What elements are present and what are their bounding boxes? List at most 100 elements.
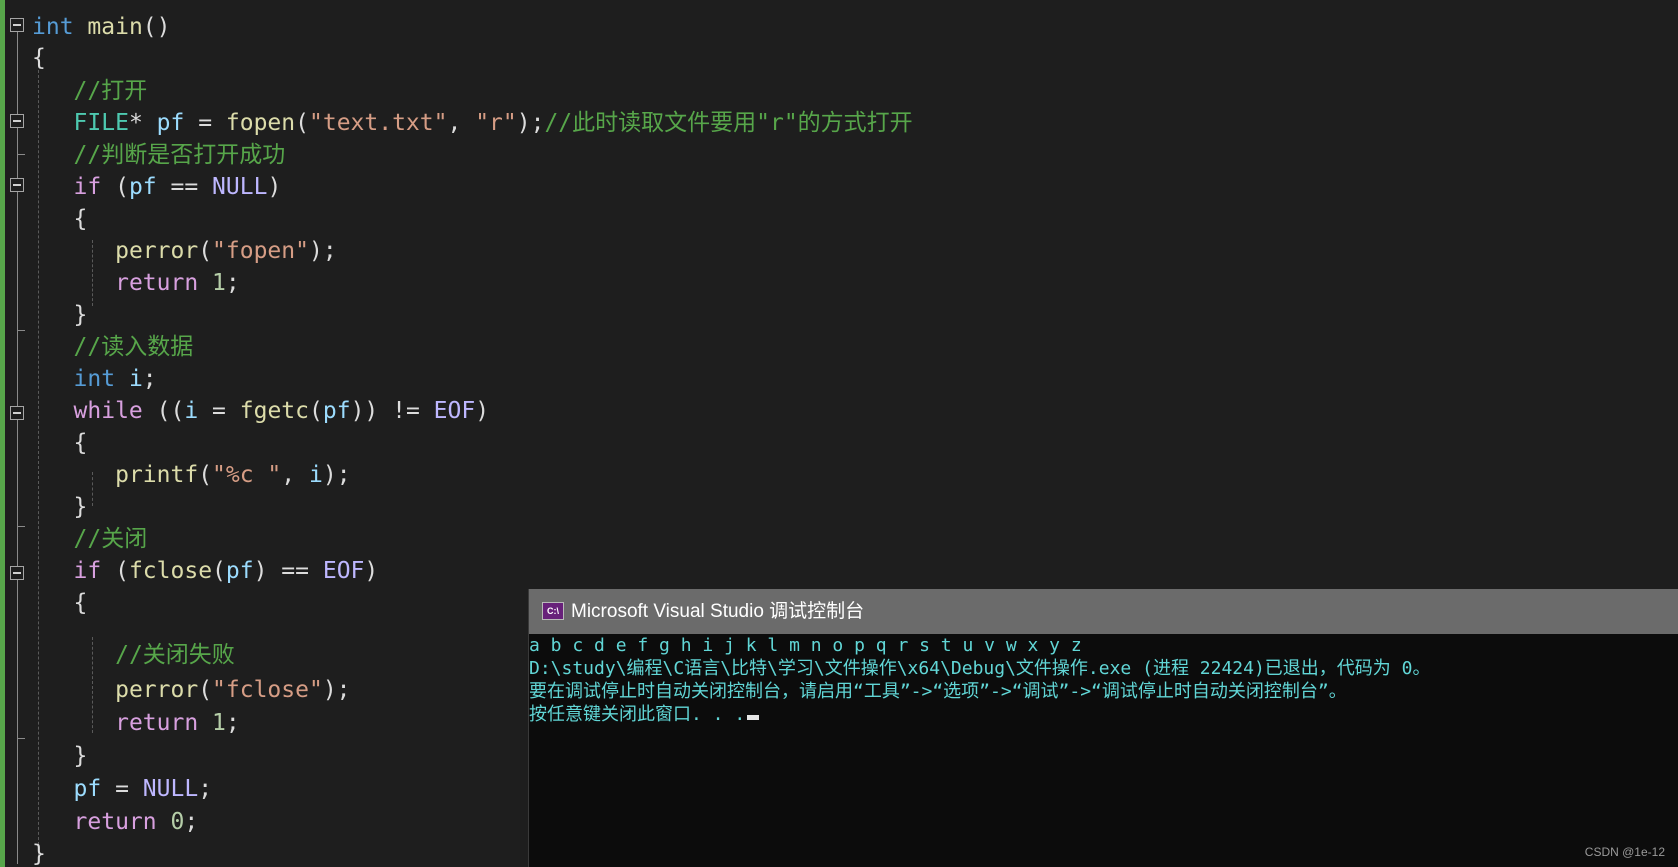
code-line[interactable]: //打开 [32,75,148,108]
console-app-icon: C:\ [542,602,564,620]
token: fclose [128,558,213,584]
token: "fopen" [212,238,309,264]
code-line[interactable]: } [32,740,88,773]
token: i [184,398,199,424]
token: ); [322,677,351,703]
token: ) [267,174,282,200]
fold-end-if-fclose [17,738,25,739]
token: EOF [433,398,476,424]
token: i [309,462,323,488]
token: if [73,558,102,584]
token: pf [128,174,157,200]
token: "r" [475,110,517,136]
token: ) == [253,558,323,584]
token: perror [115,677,199,703]
token: } [73,302,88,328]
code-line[interactable]: perror("fopen"); [32,235,337,268]
code-line[interactable]: return 0; [32,806,199,839]
fold-line-if-fclose [17,580,18,738]
token: "%c " [212,462,282,488]
code-line[interactable]: int i; [32,363,157,396]
change-tracking-bar [0,0,5,867]
token: //打开 [73,78,148,104]
code-line[interactable]: } [32,299,88,332]
code-line[interactable]: if (pf == NULL) [32,171,282,204]
token: //此时读取文件要用"r"的方式打开 [544,110,913,136]
screen: int main() { //打开 FILE* pf = fopen("text… [0,0,1678,867]
console-output[interactable]: a b c d e f g h i j k l m n o p q r s t … [529,634,1678,867]
collapse-if-icon[interactable] [10,178,24,192]
token: ; [184,809,199,835]
code-line[interactable]: if (fclose(pf) == EOF) [32,555,379,588]
token: ); [322,462,351,488]
debug-console-window[interactable]: C:\ Microsoft Visual Studio 调试控制台 a b c … [528,589,1678,867]
token: ( [309,398,323,424]
fold-end-while [17,526,25,527]
code-line[interactable]: return 1; [32,707,240,740]
token: ; [198,776,213,802]
collapse-fopen-icon[interactable] [10,114,24,128]
code-line[interactable]: //判断是否打开成功 [32,139,286,172]
console-title: Microsoft Visual Studio 调试控制台 [571,601,865,622]
token: ( [198,462,213,488]
watermark: CSDN @1e-12 [1584,845,1665,859]
token: ; [225,270,240,296]
token: "fclose" [212,677,323,703]
token: ( [212,558,226,584]
collapse-main-icon[interactable] [10,18,24,32]
collapse-while-icon[interactable] [10,406,24,420]
token: () [142,14,171,40]
code-line[interactable]: //关闭 [32,523,148,556]
token: //关闭失败 [115,642,235,668]
token: = [101,776,143,802]
token: , [447,110,476,136]
token: perror [115,238,199,264]
console-line: D:\study\编程\C语言\比特\学习\文件操作\x64\Debug\文件操… [529,658,1431,679]
fold-end-if [17,330,25,331]
token: { [73,206,88,232]
token: "text.txt" [309,110,448,136]
token: return [115,270,199,296]
token: { [73,590,88,616]
token: int [32,14,74,40]
token: 1 [198,270,226,296]
console-line: 按任意键关闭此窗口. . . [529,704,760,726]
token: ) [364,558,379,584]
token: i [115,366,143,392]
token: int [73,366,116,392]
code-line[interactable]: printf("%c ", i); [32,459,351,492]
code-line[interactable]: { [32,427,88,460]
console-line: 要在调试停止时自动关闭控制台，请启用“工具”->“选项”->“调试”->“调试停… [529,681,1347,702]
token: } [73,743,88,769]
token: main [87,14,143,40]
token: return [73,809,157,835]
code-line[interactable]: { [32,42,46,75]
code-line[interactable]: while ((i = fgetc(pf)) != EOF) [32,395,490,428]
token: pf [322,398,351,424]
token: //关闭 [73,526,148,552]
code-line[interactable]: //读入数据 [32,331,194,364]
collapse-if-fclose-icon[interactable] [10,566,24,580]
console-titlebar[interactable]: C:\ Microsoft Visual Studio 调试控制台 [529,589,1678,634]
fold-line-if [17,192,18,330]
code-line[interactable]: } [32,838,46,867]
code-line[interactable]: perror("fclose"); [32,674,351,707]
token: = [198,398,240,424]
token: fgetc [239,398,309,424]
token: ); [308,238,337,264]
code-line[interactable]: int main() [32,11,171,44]
fold-end-fopen [17,154,25,155]
token: while [73,398,143,424]
token: 0 [156,809,185,835]
code-line[interactable]: //关闭失败 [32,639,235,672]
code-line[interactable]: pf = NULL; [32,773,213,806]
token: //判断是否打开成功 [73,142,286,168]
code-line[interactable]: { [32,587,88,620]
code-line[interactable]: return 1; [32,267,240,300]
console-line-text: 按任意键关闭此窗口. . . [529,704,746,725]
token: { [32,45,46,71]
code-line[interactable]: FILE* pf = fopen("text.txt", "r");//此时读取… [32,107,913,140]
code-line[interactable]: } [32,491,88,524]
token: pf [156,110,185,136]
code-line[interactable]: { [32,203,88,236]
